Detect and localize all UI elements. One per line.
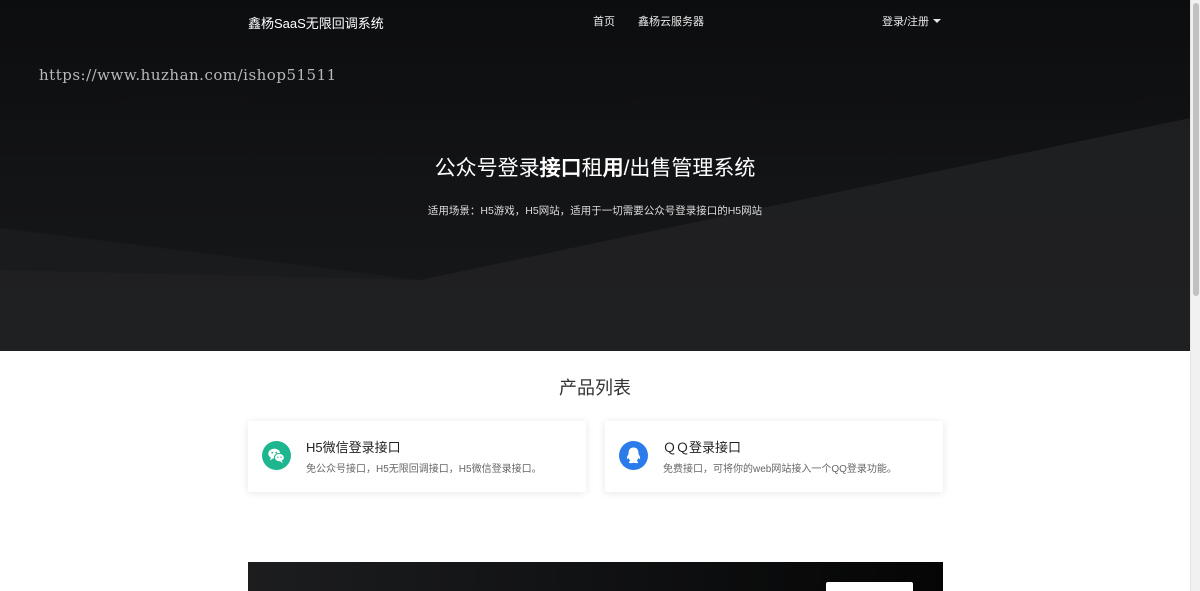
brand-logo-text[interactable]: 鑫杨SaaS无限回调系统: [248, 13, 384, 32]
hero-title: 公众号登录接口租用/出售管理系统: [0, 152, 1190, 182]
nav-link-cloud-server[interactable]: 鑫杨云服务器: [638, 13, 704, 29]
qq-icon: [619, 441, 648, 470]
top-navbar: 鑫杨SaaS无限回调系统 首页 鑫杨云服务器 登录/注册: [0, 0, 1190, 42]
hero-title-part-5: /出售管理系统: [623, 157, 756, 180]
wechat-icon: [262, 441, 291, 470]
product-card-qq-login[interactable]: ＱＱ登录接口 免费接口，可将你的web网站接入一个QQ登录功能。: [605, 421, 943, 492]
product-card-title: ＱＱ登录接口: [663, 440, 742, 455]
watermark-url: https://www.huzhan.com/ishop51511: [39, 66, 337, 84]
bottom-banner-button[interactable]: [826, 582, 913, 591]
hero-title-part-2: 接口: [539, 157, 582, 180]
hero-banner: 鑫杨SaaS无限回调系统 首页 鑫杨云服务器 登录/注册 https://www…: [0, 0, 1190, 351]
product-card-description: 免公众号接口，H5无限回调接口，H5微信登录接口。: [306, 464, 542, 475]
product-list-title: 产品列表: [559, 378, 631, 398]
product-card-wechat-login[interactable]: H5微信登录接口 免公众号接口，H5无限回调接口，H5微信登录接口。: [248, 421, 586, 492]
bottom-dark-banner: [248, 562, 943, 591]
login-register-dropdown[interactable]: 登录/注册: [882, 13, 942, 29]
product-card-description: 免费接口，可将你的web网站接入一个QQ登录功能。: [663, 464, 897, 475]
nav-link-home[interactable]: 首页: [593, 13, 615, 29]
scrollbar-thumb[interactable]: [1193, 3, 1199, 296]
product-card-title: H5微信登录接口: [306, 440, 401, 455]
vertical-scrollbar[interactable]: [1190, 0, 1200, 591]
login-register-label: 登录/注册: [882, 16, 930, 28]
hero-title-part-1: 公众号登录: [434, 157, 540, 180]
caret-down-icon: [933, 19, 942, 23]
hero-title-part-4: 用: [602, 157, 624, 180]
hero-subtitle: 适用场景：H5游戏，H5网站，适用于一切需要公众号登录接口的H5网站: [427, 205, 763, 217]
hero-title-part-3: 租: [581, 157, 603, 180]
page: 鑫杨SaaS无限回调系统 首页 鑫杨云服务器 登录/注册 https://www…: [0, 0, 1200, 591]
